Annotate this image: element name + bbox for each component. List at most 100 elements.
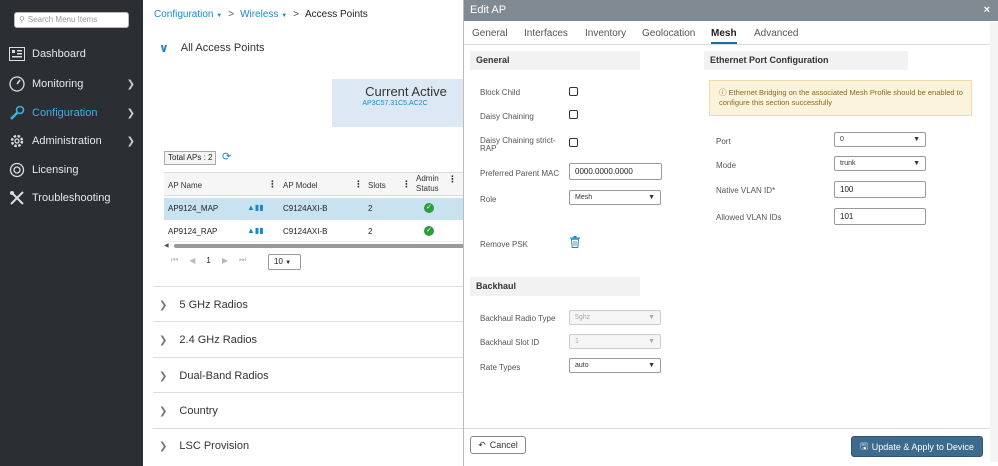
sidebar-item-label: Configuration xyxy=(32,107,98,119)
all-access-points-header[interactable]: ∨ All Access Points xyxy=(159,41,265,55)
backhaul-group-header: Backhaul xyxy=(470,277,640,296)
sidebar-item-configuration[interactable]: Configuration ❯ xyxy=(0,100,143,126)
tab-mesh[interactable]: Mesh xyxy=(711,28,737,44)
save-icon: 🖫 xyxy=(860,440,868,451)
daisy-chaining-label: Daisy Chaining xyxy=(480,112,534,121)
native-vlan-field[interactable]: 100 xyxy=(834,181,926,198)
column-menu-icon[interactable]: ⋮ xyxy=(354,179,363,190)
breadcrumb-separator: > xyxy=(293,9,299,20)
mode-select[interactable]: trunk ▼ xyxy=(834,156,926,171)
backhaul-slot-select[interactable]: 1 ▼ xyxy=(569,334,661,349)
scrollbar-thumb[interactable] xyxy=(174,244,464,248)
role-label: Role xyxy=(480,195,497,204)
sidebar-item-label: Dashboard xyxy=(32,48,86,60)
chevron-right-icon: ❯ xyxy=(159,405,168,417)
column-menu-icon[interactable]: ⋮ xyxy=(268,179,277,190)
next-page-icon[interactable]: ▶ xyxy=(222,256,228,265)
cancel-button[interactable]: ↶ Cancel xyxy=(470,436,526,454)
current-page[interactable]: 1 xyxy=(206,256,210,265)
ap-name-cell[interactable]: AP9124_RAP xyxy=(168,227,217,236)
role-select[interactable]: Mesh ▼ xyxy=(569,190,661,205)
current-active-ap: AP3C57.31C5.AC2C xyxy=(362,100,428,107)
panel-title: Edit AP xyxy=(464,0,998,21)
section-country[interactable]: ❯ Country xyxy=(159,405,218,417)
tab-interfaces[interactable]: Interfaces xyxy=(524,28,568,39)
column-ap-model[interactable]: AP Model xyxy=(283,181,318,190)
panel-scrollbar[interactable] xyxy=(990,22,998,462)
daisy-chaining-checkbox[interactable] xyxy=(569,110,578,119)
horizontal-scrollbar[interactable]: ◀ xyxy=(164,242,464,249)
chevron-right-icon: ❯ xyxy=(159,440,168,452)
sidebar-item-dashboard[interactable]: Dashboard xyxy=(0,41,143,67)
first-page-icon[interactable]: ⏮ xyxy=(171,255,178,265)
table-row[interactable]: AP9124_RAP ▲▮▮ C9124AXI-B 2 ✓ xyxy=(164,220,464,242)
section-lsc-provision[interactable]: ❯ LSC Provision xyxy=(159,440,249,452)
ap-name-cell[interactable]: AP9124_MAP xyxy=(168,204,218,213)
per-page-select[interactable]: 10 ▼ xyxy=(268,254,301,270)
column-menu-icon[interactable]: ⋮ xyxy=(402,179,411,190)
port-select[interactable]: 0 ▼ xyxy=(834,132,926,147)
ap-stats-icon[interactable]: ▲▮▮ xyxy=(247,203,264,212)
total-aps-badge: Total APs : 2 xyxy=(164,151,217,165)
allowed-vlan-field[interactable]: 101 xyxy=(834,208,926,225)
pagination: ⏮ ◀ 1 ▶ ⏭ xyxy=(171,255,246,265)
sidebar-item-administration[interactable]: Administration ❯ xyxy=(0,128,143,154)
sidebar-item-troubleshooting[interactable]: Troubleshooting xyxy=(0,185,143,211)
current-active-title: Current Active xyxy=(365,84,447,99)
breadcrumb: Configuration ▼ > Wireless ▼ > Access Po… xyxy=(154,9,368,20)
caret-down-icon: ▼ xyxy=(285,260,292,266)
tab-general[interactable]: General xyxy=(472,28,508,39)
divider xyxy=(153,321,464,322)
prev-page-icon[interactable]: ◀ xyxy=(189,256,195,265)
section-5ghz[interactable]: ❯ 5 GHz Radios xyxy=(159,299,248,311)
licensing-icon xyxy=(8,161,26,179)
last-page-icon[interactable]: ⏭ xyxy=(239,255,246,265)
tab-advanced[interactable]: Advanced xyxy=(754,28,798,39)
breadcrumb-configuration[interactable]: Configuration ▼ xyxy=(154,9,222,20)
rate-types-label: Rate Types xyxy=(480,363,521,372)
column-ap-name[interactable]: AP Name xyxy=(168,181,202,190)
tab-inventory[interactable]: Inventory xyxy=(585,28,626,39)
remove-psk-label: Remove PSK xyxy=(480,240,529,249)
section-24ghz[interactable]: ❯ 2.4 GHz Radios xyxy=(159,334,257,346)
sidebar: ⚲ Search Menu Items Dashboard Monitoring… xyxy=(0,0,143,466)
allowed-vlan-label: Allowed VLAN IDs xyxy=(716,213,782,222)
refresh-icon[interactable]: ⟳ xyxy=(222,150,231,163)
ethernet-bridging-note: ⓘ Ethernet Bridging on the associated Me… xyxy=(709,80,972,116)
preferred-parent-mac-field[interactable]: 0000.0000.0000 xyxy=(569,163,662,180)
tab-geolocation[interactable]: Geolocation xyxy=(642,28,695,39)
sidebar-item-monitoring[interactable]: Monitoring ❯ xyxy=(0,71,143,97)
chevron-right-icon: ❯ xyxy=(126,78,135,90)
administration-icon xyxy=(8,132,26,150)
search-input[interactable]: ⚲ Search Menu Items xyxy=(14,12,129,28)
backhaul-radio-label: Backhaul Radio Type xyxy=(480,314,556,323)
dashboard-icon xyxy=(8,45,26,63)
column-slots[interactable]: Slots xyxy=(368,181,386,190)
trash-icon[interactable] xyxy=(570,235,580,253)
close-icon[interactable]: × xyxy=(984,0,990,21)
general-group-header: General xyxy=(470,51,640,70)
block-child-checkbox[interactable] xyxy=(569,87,578,96)
slots-cell: 2 xyxy=(368,227,373,236)
caret-down-icon: ▼ xyxy=(913,136,920,143)
rate-types-select[interactable]: auto ▼ xyxy=(569,358,661,373)
column-menu-icon[interactable]: ⋮ xyxy=(448,174,457,185)
section-dual-band[interactable]: ❯ Dual-Band Radios xyxy=(159,370,269,382)
column-admin-status[interactable]: Admin xyxy=(416,174,439,183)
ap-stats-icon[interactable]: ▲▮▮ xyxy=(247,226,264,235)
sidebar-item-label: Administration xyxy=(32,135,102,147)
divider xyxy=(153,357,464,358)
table-row[interactable]: AP9124_MAP ▲▮▮ C9124AXI-B 2 ✓ xyxy=(164,198,464,220)
main-content: Configuration ▼ > Wireless ▼ > Access Po… xyxy=(143,0,464,466)
backhaul-radio-select[interactable]: 5ghz ▼ xyxy=(569,310,661,325)
edit-ap-panel: Edit AP × General Interfaces Inventory G… xyxy=(463,0,998,466)
sidebar-item-licensing[interactable]: Licensing xyxy=(0,157,143,183)
breadcrumb-wireless[interactable]: Wireless ▼ xyxy=(240,9,287,20)
daisy-strict-rap-checkbox[interactable] xyxy=(569,138,578,147)
update-apply-button[interactable]: 🖫 Update & Apply to Device xyxy=(851,436,983,457)
tabs-divider xyxy=(464,44,998,45)
scroll-left-icon[interactable]: ◀ xyxy=(164,242,169,249)
caret-down-icon: ▼ xyxy=(648,194,655,201)
configuration-icon xyxy=(8,104,26,122)
caret-down-icon: ▼ xyxy=(648,314,655,321)
